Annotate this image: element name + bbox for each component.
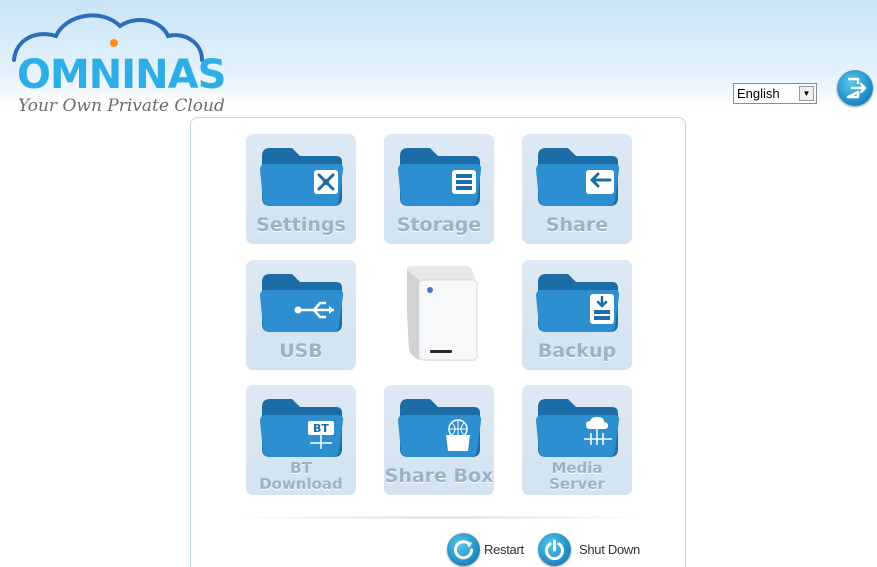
nas-device-image	[407, 266, 478, 361]
shutdown-action[interactable]: Shut Down	[538, 532, 640, 566]
language-select-value: English	[737, 86, 780, 101]
bt-folder-icon: BT	[260, 399, 344, 457]
restart-button[interactable]	[447, 532, 480, 566]
tile-media-server-line2: Server	[549, 475, 605, 493]
tile-usb[interactable]: USB	[246, 260, 356, 370]
main-panel: Settings Storage Share USB Backup BT BT …	[190, 117, 686, 567]
tile-usb-label: USB	[279, 340, 323, 362]
tile-backup[interactable]: Backup	[522, 260, 632, 370]
panel-divider	[239, 516, 644, 519]
restart-label[interactable]: Restart	[484, 542, 524, 557]
tile-media-server-label: Media Server	[522, 460, 632, 492]
tile-bt-download-line1: BT	[290, 459, 312, 477]
language-select[interactable]: English ▼	[733, 83, 817, 104]
tile-storage-label: Storage	[396, 214, 482, 236]
settings-folder-icon	[260, 148, 344, 206]
usb-folder-icon	[260, 274, 344, 332]
tile-share-box[interactable]: Share Box	[384, 385, 494, 495]
logo-tagline: Your Own Private Cloud	[18, 96, 225, 116]
tile-share-box-label: Share Box	[384, 465, 494, 487]
exit-icon	[846, 77, 867, 99]
tile-share-label: Share	[545, 214, 609, 236]
tile-bt-download-label: BT Download	[246, 460, 356, 492]
tile-settings-label: Settings	[256, 214, 346, 236]
restart-action[interactable]: Restart	[447, 532, 524, 566]
chevron-down-icon[interactable]: ▼	[799, 86, 814, 101]
shutdown-label[interactable]: Shut Down	[579, 542, 640, 557]
shutdown-button[interactable]	[538, 532, 571, 566]
tile-media-server-line1: Media	[551, 459, 603, 477]
logout-button[interactable]	[837, 70, 873, 106]
tile-storage[interactable]: Storage	[384, 134, 494, 244]
tile-backup-label: Backup	[537, 340, 617, 362]
restart-icon	[454, 539, 473, 559]
backup-folder-icon	[536, 274, 620, 332]
tile-bt-download[interactable]: BT BT Download	[246, 385, 356, 495]
tile-settings[interactable]: Settings	[246, 134, 356, 244]
share-folder-icon	[536, 148, 620, 206]
svg-text:BT: BT	[313, 422, 329, 435]
tile-share[interactable]: Share	[522, 134, 632, 244]
storage-folder-icon	[398, 148, 482, 206]
omninas-logo: OMNINAS Your Own Private Cloud	[10, 8, 226, 116]
tile-media-server[interactable]: Media Server	[522, 385, 632, 495]
tile-bt-download-line2: Download	[259, 475, 343, 493]
media-folder-icon	[536, 399, 620, 457]
power-icon	[545, 539, 564, 560]
sharebox-folder-icon	[398, 399, 482, 457]
logo-wordmark: OMNINAS	[17, 52, 226, 98]
